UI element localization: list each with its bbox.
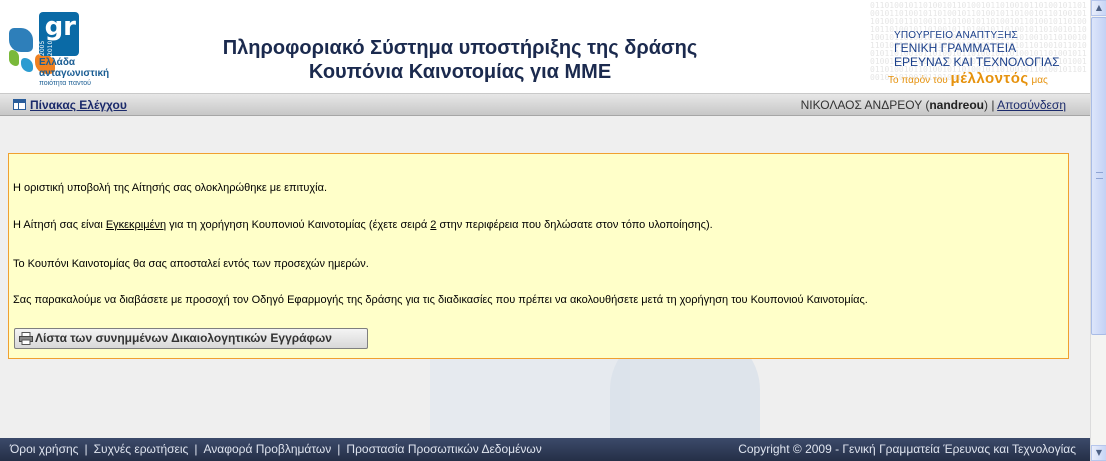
user-area: ΝΙΚΟΛΑΟΣ ΑΝΔΡΕΟΥ (nandreou) | Αποσύνδεση: [800, 98, 1066, 112]
ministry-logo: ΥΠΟΥΡΓΕΙΟ ΑΝΑΠΤΥΞΗΣ ΓΕΝΙΚΗ ΓΡΑΜΜΑΤΕΙΑ ΕΡ…: [880, 30, 1090, 87]
logo-tile-green: [9, 50, 19, 66]
approval-status: Εγκεκριμένη: [105, 219, 167, 231]
message-approved-mid: για τη χορήγηση Κουπονιού Καινοτομίας (έ…: [166, 219, 431, 231]
scroll-down-arrow-icon[interactable]: ▼: [1091, 445, 1106, 461]
scroll-up-arrow-icon[interactable]: ▲: [1091, 0, 1106, 16]
vertical-scrollbar[interactable]: ▲ ▼: [1090, 0, 1106, 461]
logo-tile-blue: [9, 28, 33, 52]
success-message-box: Η οριστική υποβολή της Αίτησής σας ολοκλ…: [8, 153, 1069, 359]
footer-link-terms[interactable]: Όροι χρήσης: [10, 442, 78, 456]
logo-slogan-line2: ανταγωνιστική: [39, 68, 110, 79]
ministry-line3: ΕΡΕΥΝΑΣ ΚΑΙ ΤΕΧΝΟΛΟΓΙΑΣ: [894, 55, 1060, 69]
footer-link-privacy[interactable]: Προστασία Προσωπικών Δεδομένων: [346, 442, 541, 456]
scroll-grip-icon: [1096, 172, 1103, 179]
tagline-pre: Το παρόν του: [888, 75, 948, 86]
logo-slogan-line1: Ελλάδα: [39, 57, 76, 68]
message-approved: Η Αίτησή σας είναι Εγκεκριμένη για τη χο…: [13, 219, 713, 231]
message-read-guide: Σας παρακαλούμε να διαβάσετε με προσοχή …: [13, 294, 868, 306]
message-submitted: Η οριστική υποβολή της Αίτησής σας ολοκλ…: [13, 182, 328, 194]
dashboard-icon: [13, 99, 26, 110]
scroll-thumb[interactable]: [1091, 17, 1106, 335]
ministry-line2: ΓΕΝΙΚΗ ΓΡΑΜΜΑΤΕΙΑ: [894, 41, 1017, 55]
dashboard-link[interactable]: Πίνακας Ελέγχου: [30, 98, 127, 112]
footer-copyright: Copyright © 2009 - Γενική Γραμματεία Έρε…: [738, 442, 1076, 456]
attached-documents-label: Λίστα των συνημμένων Δικαιολογητικών Εγγ…: [35, 331, 332, 345]
page-header: 0110100101101001011010010110100101101001…: [0, 0, 1090, 94]
footer-separator: |: [194, 442, 198, 456]
logo-years: 2005 2010: [39, 40, 54, 56]
logo-tile-cyan: [21, 58, 33, 72]
footer-separator: |: [337, 442, 341, 456]
message-approved-pre: Η Αίτησή σας είναι: [13, 219, 106, 231]
printer-icon: [19, 332, 33, 345]
page-footer: Όροι χρήσης | Συχνές ερωτήσεις | Αναφορά Προ…: [0, 438, 1090, 461]
attached-documents-button[interactable]: Λίστα των συνημμένων Δικαιολογητικών Εγγ…: [14, 328, 368, 349]
ministry-tagline: Το παρόν του μέλλοντός μας: [888, 70, 1090, 87]
logout-link[interactable]: Αποσύνδεση: [997, 98, 1066, 112]
footer-link-report-problems[interactable]: Αναφορά Προβλημάτων: [203, 442, 331, 456]
user-name: ΝΙΚΟΛΑΟΣ ΑΝΔΡΕΟΥ: [800, 98, 922, 112]
message-coupon-sending: Το Κουπόνι Καινοτομίας θα σας αποσταλεί …: [13, 258, 369, 270]
message-approved-post: στην περιφέρεια που δηλώσατε στον τόπο υ…: [436, 219, 713, 231]
site-title-line2: Κουπόνια Καινοτομίας για ΜΜΕ: [308, 61, 612, 83]
ministry-line1: ΥΠΟΥΡΓΕΙΟ ΑΝΑΠΤΥΞΗΣ: [894, 30, 1018, 41]
top-navbar: Πίνακας Ελέγχου ΝΙΚΟΛΑΟΣ ΑΝΔΡΕΟΥ (nandre…: [0, 94, 1090, 116]
logo-slogan-line3: ποιότητα παντού: [39, 80, 91, 87]
site-title: Πληροφοριακό Σύστημα υποστήριξης της δρά…: [160, 36, 760, 84]
footer-separator: |: [84, 442, 88, 456]
tagline-big: μέλλοντός: [950, 70, 1029, 87]
user-login: nandreou: [929, 98, 984, 112]
tagline-post: μας: [1031, 75, 1048, 86]
site-title-line1: Πληροφοριακό Σύστημα υποστήριξης της δρά…: [222, 37, 698, 59]
footer-links: Όροι χρήσης | Συχνές ερωτήσεις | Αναφορά Προ…: [10, 438, 542, 460]
footer-link-faq[interactable]: Συχνές ερωτήσεις: [94, 442, 189, 456]
gr-logo: gr 2005 2010 Ελλάδα ανταγωνιστική ποιότη…: [9, 12, 144, 92]
